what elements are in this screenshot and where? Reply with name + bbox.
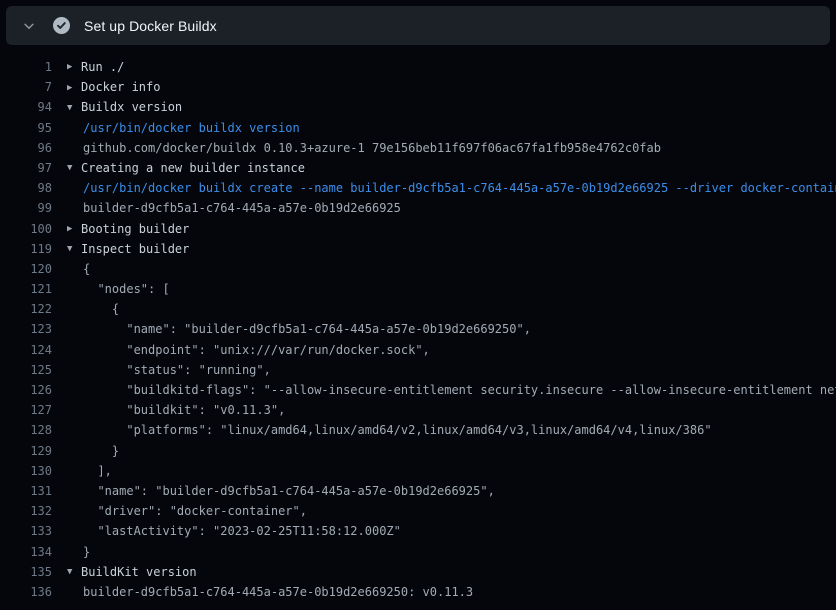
line-number[interactable]: 121 xyxy=(0,279,52,299)
group-label: ▼Buildx version xyxy=(67,97,182,117)
log-group-row[interactable]: 97 ▼Creating a new builder instance xyxy=(0,158,836,178)
log-line: 125 "status": "running", xyxy=(0,360,836,380)
line-number[interactable]: 125 xyxy=(0,360,52,380)
log-line: 121 "nodes": [ xyxy=(0,279,836,299)
log-text: ], xyxy=(67,461,112,481)
line-number[interactable]: 95 xyxy=(0,118,52,138)
log-text: } xyxy=(67,542,90,562)
triangle-down-icon[interactable]: ▼ xyxy=(67,158,81,178)
log-line: 128 "platforms": "linux/amd64,linux/amd6… xyxy=(0,420,836,440)
log-line: 122 { xyxy=(0,299,836,319)
triangle-down-icon[interactable]: ▼ xyxy=(67,562,81,582)
log-text: "name": "builder-d9cfb5a1-c764-445a-a57e… xyxy=(67,481,495,501)
log-text: "buildkitd-flags": "--allow-insecure-ent… xyxy=(67,380,836,400)
log-line: 127 "buildkit": "v0.11.3", xyxy=(0,400,836,420)
line-number[interactable]: 131 xyxy=(0,481,52,501)
log-line: 134} xyxy=(0,542,836,562)
line-number[interactable]: 130 xyxy=(0,461,52,481)
triangle-right-icon[interactable]: ▶ xyxy=(67,57,81,77)
line-number[interactable]: 127 xyxy=(0,400,52,420)
triangle-right-icon[interactable]: ▶ xyxy=(67,78,81,98)
step-title: Set up Docker Buildx xyxy=(84,18,217,34)
group-label: ▶Docker info xyxy=(67,77,160,97)
log-group-row[interactable]: 100 ▶Booting builder xyxy=(0,219,836,239)
log-line: 132 "driver": "docker-container", xyxy=(0,501,836,521)
triangle-down-icon[interactable]: ▼ xyxy=(67,98,81,118)
line-number[interactable]: 128 xyxy=(0,420,52,440)
log-line: 129 } xyxy=(0,441,836,461)
line-number[interactable]: 7 xyxy=(0,77,52,97)
log-line: 133 "lastActivity": "2023-02-25T11:58:12… xyxy=(0,521,836,541)
log-text: "status": "running", xyxy=(67,360,271,380)
group-label: ▶Run ./ xyxy=(67,57,124,77)
log-line: 130 ], xyxy=(0,461,836,481)
log-text: "nodes": [ xyxy=(67,279,170,299)
log-group-row[interactable]: 7 ▶Docker info xyxy=(0,77,836,97)
log-line: 123 "name": "builder-d9cfb5a1-c764-445a-… xyxy=(0,319,836,339)
log-group-row[interactable]: 135 ▼BuildKit version xyxy=(0,562,836,582)
line-number[interactable]: 129 xyxy=(0,441,52,461)
line-number[interactable]: 96 xyxy=(0,138,52,158)
log-line: 120 { xyxy=(0,259,836,279)
workflow-log-viewer: Set up Docker Buildx 1 ▶Run ./ 7 ▶Docker in… xyxy=(0,6,836,602)
group-label: ▼Inspect builder xyxy=(67,239,189,259)
line-number[interactable]: 124 xyxy=(0,340,52,360)
log-line: 131 "name": "builder-d9cfb5a1-c764-445a-… xyxy=(0,481,836,501)
log-group-row[interactable]: 1 ▶Run ./ xyxy=(0,57,836,77)
line-number[interactable]: 133 xyxy=(0,521,52,541)
log-text: "buildkit": "v0.11.3", xyxy=(67,400,285,420)
log-group-row[interactable]: 94 ▼Buildx version xyxy=(0,97,836,117)
log-text: builder-d9cfb5a1-c764-445a-a57e-0b19d2e6… xyxy=(67,582,473,602)
line-number[interactable]: 123 xyxy=(0,319,52,339)
line-number[interactable]: 132 xyxy=(0,501,52,521)
log-text: "endpoint": "unix:///var/run/docker.sock… xyxy=(67,340,430,360)
log-text: "lastActivity": "2023-02-25T11:58:12.000… xyxy=(67,521,401,541)
log-line: 126 "buildkitd-flags": "--allow-insecure… xyxy=(0,380,836,400)
log-text: } xyxy=(67,441,119,461)
log-text: /usr/bin/docker buildx create --name bui… xyxy=(67,178,836,198)
line-number[interactable]: 94 xyxy=(0,97,52,117)
log-text: builder-d9cfb5a1-c764-445a-a57e-0b19d2e6… xyxy=(67,198,401,218)
line-number[interactable]: 97 xyxy=(0,158,52,178)
log-line: 95/usr/bin/docker buildx version xyxy=(0,118,836,138)
log-line: 136 builder-d9cfb5a1-c764-445a-a57e-0b19d… xyxy=(0,582,836,602)
log-group-row[interactable]: 119 ▼Inspect builder xyxy=(0,239,836,259)
triangle-right-icon[interactable]: ▶ xyxy=(67,219,81,239)
chevron-down-icon[interactable] xyxy=(20,17,38,35)
line-number[interactable]: 135 xyxy=(0,562,52,582)
line-number[interactable]: 119 xyxy=(0,239,52,259)
log-text: "name": "builder-d9cfb5a1-c764-445a-a57e… xyxy=(67,319,531,339)
log-line: 124 "endpoint": "unix:///var/run/docker.… xyxy=(0,340,836,360)
line-number[interactable]: 99 xyxy=(0,198,52,218)
group-label: ▼Creating a new builder instance xyxy=(67,158,305,178)
line-number[interactable]: 126 xyxy=(0,380,52,400)
line-number[interactable]: 100 xyxy=(0,219,52,239)
line-number[interactable]: 1 xyxy=(0,57,52,77)
line-number[interactable]: 98 xyxy=(0,178,52,198)
log-line: 96 github.com/docker/buildx 0.10.3+azure-… xyxy=(0,138,836,158)
log-text: { xyxy=(67,299,119,319)
log-text: github.com/docker/buildx 0.10.3+azure-1 … xyxy=(67,138,661,158)
line-number[interactable]: 136 xyxy=(0,582,52,602)
step-header[interactable]: Set up Docker Buildx xyxy=(6,6,830,45)
line-number[interactable]: 134 xyxy=(0,542,52,562)
triangle-down-icon[interactable]: ▼ xyxy=(67,239,81,259)
line-number[interactable]: 122 xyxy=(0,299,52,319)
check-circle-icon xyxy=(52,17,70,35)
log-line: 99 builder-d9cfb5a1-c764-445a-a57e-0b19d2… xyxy=(0,198,836,218)
log-text: { xyxy=(67,259,90,279)
log-line: 98/usr/bin/docker buildx create --name b… xyxy=(0,178,836,198)
line-number[interactable]: 120 xyxy=(0,259,52,279)
group-label: ▼BuildKit version xyxy=(67,562,197,582)
log-lines: 1▶Run ./7▶Docker info94▼Buildx version95… xyxy=(0,45,836,602)
log-text: "platforms": "linux/amd64,linux/amd64/v2… xyxy=(67,420,712,440)
group-label: ▶Booting builder xyxy=(67,219,189,239)
log-text: "driver": "docker-container", xyxy=(67,501,307,521)
log-text: /usr/bin/docker buildx version xyxy=(67,118,300,138)
